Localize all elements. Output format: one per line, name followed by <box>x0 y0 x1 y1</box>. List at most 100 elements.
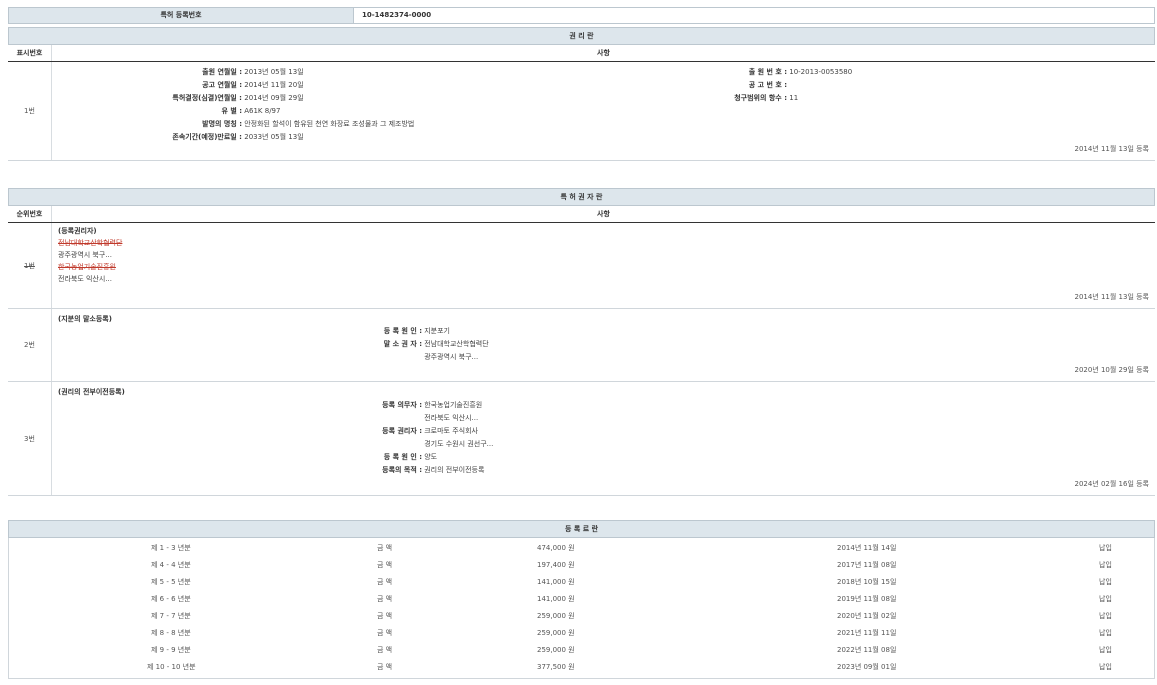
field-2: 등록 권리자 : 크로마토 주식회사 <box>302 425 478 438</box>
left-field-2: 특허결정(심결)연월일 : 2014년 09월 29일 <box>52 92 304 105</box>
row-heading: (지분의 말소등록) <box>58 313 112 326</box>
fee-period: 제 4 - 4 년분 <box>151 557 191 574</box>
rights-row-1: 1번 출원 연월일 : 2013년 05월 13일 공고 연월일 : 2014년… <box>8 62 1155 161</box>
column-content: 사항 <box>52 206 1155 222</box>
holder-line-3: 전라북도 익산시... <box>58 273 112 286</box>
right-field-2: 청구범위의 항수 : 11 <box>612 92 798 105</box>
fee-amount: 259,000 원 <box>537 625 575 642</box>
fee-amount: 474,000 원 <box>537 540 575 557</box>
patent-register-page: 특허 등록번호 10-1482374-0000 권 리 란 표시번호 사항 1번… <box>0 0 1157 685</box>
fee-period: 제 5 - 5 년분 <box>151 574 191 591</box>
fee-amount-label: 금 액 <box>377 608 392 625</box>
fee-amount: 141,000 원 <box>537 591 575 608</box>
holder-column-header: 순위번호 사항 <box>8 206 1155 223</box>
fee-amount-label: 금 액 <box>377 557 392 574</box>
row-content: (지분의 말소등록) 등 록 원 인 : 지분포기 말 소 권 자 : 전남대학… <box>52 309 1155 381</box>
field-1: 말 소 권 자 : 전남대학교산학협력단 <box>302 338 489 351</box>
holder-row-3: 3번 (권리의 전부이전등록) 등록 의무자 : 한국농업기술진흥원 전라북도 … <box>8 382 1155 496</box>
registration-date: 2020년 10월 29일 등록 <box>1074 365 1149 375</box>
fee-date: 2023년 09월 01일 <box>837 659 896 676</box>
right-field-1: 공 고 번 호 : <box>612 79 787 92</box>
left-field-3: 유 별 : A61K 8/97 <box>52 105 280 118</box>
fee-amount-label: 금 액 <box>377 659 392 676</box>
fee-amount-label: 금 액 <box>377 574 392 591</box>
column-content: 사항 <box>52 45 1155 61</box>
holder-row-2: 2번 (지분의 말소등록) 등 록 원 인 : 지분포기 말 소 권 자 : 전… <box>8 309 1155 382</box>
fee-period: 제 10 - 10 년분 <box>147 659 196 676</box>
fee-row: 제 5 - 5 년분 금 액 141,000 원 2018년 10월 15일 납… <box>9 574 1154 591</box>
rights-section: 권 리 란 표시번호 사항 1번 출원 연월일 : 2013년 05월 13일 … <box>8 27 1155 161</box>
registration-number-bar: 특허 등록번호 10-1482374-0000 <box>8 7 1155 24</box>
fee-section-title: 등 록 료 란 <box>8 520 1155 538</box>
fee-date: 2022년 11월 08일 <box>837 642 896 659</box>
field-0: 등록 의무자 : 한국농업기술진흥원 <box>302 399 482 412</box>
row-heading: (권리의 전부이전등록) <box>58 386 125 399</box>
fee-status: 납입 <box>1099 659 1112 676</box>
fee-status: 납입 <box>1099 591 1112 608</box>
fee-row: 제 1 - 3 년분 금 액 474,000 원 2014년 11월 14일 납… <box>9 540 1154 557</box>
fee-date: 2021년 11월 11일 <box>837 625 896 642</box>
fee-status: 납입 <box>1099 608 1112 625</box>
fee-amount: 377,500 원 <box>537 659 575 676</box>
fee-row: 제 6 - 6 년분 금 액 141,000 원 2019년 11월 08일 납… <box>9 591 1154 608</box>
row-number: 2번 <box>8 309 52 381</box>
column-rank-number: 순위번호 <box>8 206 52 222</box>
rights-section-title: 권 리 란 <box>8 27 1155 45</box>
fee-row: 제 10 - 10 년분 금 액 377,500 원 2023년 09월 01일… <box>9 659 1154 676</box>
column-display-number: 표시번호 <box>8 45 52 61</box>
left-field-5: 존속기간(예정)만료일 : 2033년 05월 13일 <box>52 131 304 144</box>
fee-date: 2014년 11월 14일 <box>837 540 896 557</box>
fee-list: 제 1 - 3 년분 금 액 474,000 원 2014년 11월 14일 납… <box>8 538 1155 679</box>
fee-amount-label: 금 액 <box>377 540 392 557</box>
row-number: 3번 <box>8 382 52 495</box>
field-5: 등록의 목적 : 권리의 전부이전등록 <box>302 464 484 477</box>
fee-amount: 197,400 원 <box>537 557 575 574</box>
fee-period: 제 7 - 7 년분 <box>151 608 191 625</box>
holder-section: 특 허 권 자 란 순위번호 사항 1번 (등록권리자) 전남대학교산학협력단 … <box>8 188 1155 496</box>
fee-date: 2020년 11월 02일 <box>837 608 896 625</box>
field-4: 등 록 원 인 : 양도 <box>302 451 437 464</box>
fee-date: 2019년 11월 08일 <box>837 591 896 608</box>
fee-period: 제 9 - 9 년분 <box>151 642 191 659</box>
fee-amount-label: 금 액 <box>377 591 392 608</box>
row-content: 출원 연월일 : 2013년 05월 13일 공고 연월일 : 2014년 11… <box>52 62 1155 160</box>
holder-section-title: 특 허 권 자 란 <box>8 188 1155 206</box>
field-0: 등 록 원 인 : 지분포기 <box>302 325 450 338</box>
field-1: 전라북도 익산시... <box>302 412 478 425</box>
fee-period: 제 6 - 6 년분 <box>151 591 191 608</box>
fee-amount-label: 금 액 <box>377 642 392 659</box>
fee-row: 제 7 - 7 년분 금 액 259,000 원 2020년 11월 02일 납… <box>9 608 1154 625</box>
fee-row: 제 9 - 9 년분 금 액 259,000 원 2022년 11월 08일 납… <box>9 642 1154 659</box>
fee-row: 제 4 - 4 년분 금 액 197,400 원 2017년 11월 08일 납… <box>9 557 1154 574</box>
registration-number-label: 특허 등록번호 <box>9 8 354 23</box>
fee-status: 납입 <box>1099 642 1112 659</box>
row-content: (권리의 전부이전등록) 등록 의무자 : 한국농업기술진흥원 전라북도 익산시… <box>52 382 1155 495</box>
row-number: 1번 <box>8 223 52 308</box>
fee-row: 제 8 - 8 년분 금 액 259,000 원 2021년 11월 11일 납… <box>9 625 1154 642</box>
fee-section: 등 록 료 란 제 1 - 3 년분 금 액 474,000 원 2014년 1… <box>8 520 1155 679</box>
field-3: 경기도 수원시 권선구... <box>302 438 493 451</box>
row-number: 1번 <box>8 62 52 160</box>
fee-amount-label: 금 액 <box>377 625 392 642</box>
fee-date: 2018년 10월 15일 <box>837 574 896 591</box>
left-field-1: 공고 연월일 : 2014년 11월 20일 <box>52 79 304 92</box>
fee-date: 2017년 11월 08일 <box>837 557 896 574</box>
field-2: 광주광역시 북구... <box>302 351 478 364</box>
registration-date: 2014년 11월 13일 등록 <box>1074 144 1149 154</box>
fee-status: 납입 <box>1099 540 1112 557</box>
fee-status: 납입 <box>1099 557 1112 574</box>
fee-status: 납입 <box>1099 625 1112 642</box>
fee-amount: 259,000 원 <box>537 642 575 659</box>
registration-number-value: 10-1482374-0000 <box>354 8 431 23</box>
fee-status: 납입 <box>1099 574 1112 591</box>
fee-amount: 141,000 원 <box>537 574 575 591</box>
left-field-4: 발명의 명칭 : 안정화된 할석이 함유된 천연 화장료 조성물과 그 제조방법 <box>52 118 414 131</box>
holder-row-1: 1번 (등록권리자) 전남대학교산학협력단 광주광역시 북구... 한국농업기술… <box>8 223 1155 309</box>
left-field-0: 출원 연월일 : 2013년 05월 13일 <box>52 66 304 79</box>
fee-amount: 259,000 원 <box>537 608 575 625</box>
rights-column-header: 표시번호 사항 <box>8 45 1155 62</box>
right-field-0: 출 원 번 호 : 10-2013-0053580 <box>612 66 852 79</box>
registration-date: 2024년 02월 16일 등록 <box>1074 479 1149 489</box>
registration-date: 2014년 11월 13일 등록 <box>1074 292 1149 302</box>
fee-period: 제 8 - 8 년분 <box>151 625 191 642</box>
